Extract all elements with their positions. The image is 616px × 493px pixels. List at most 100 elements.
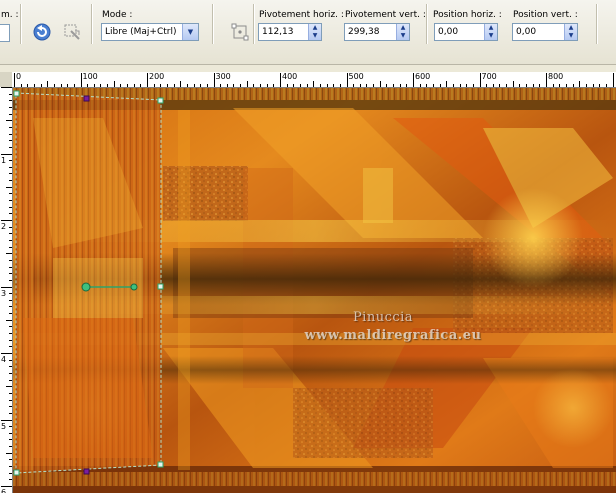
ruler-tick (9, 439, 12, 441)
ruler-tick (9, 193, 12, 195)
vertical-ruler: 1 2 3 4 5 6 (0, 87, 13, 493)
ruler-tick (260, 84, 262, 87)
apply-transform-icon[interactable] (63, 23, 81, 41)
ruler-tick (1, 87, 12, 88)
cut-label: m. : (1, 10, 19, 20)
ruler-tick (1, 286, 12, 288)
ruler-tick (9, 140, 12, 142)
ruler-tick (346, 73, 348, 87)
ruler-tick (592, 84, 594, 87)
ruler-tick (153, 84, 155, 87)
ruler-tick (9, 126, 12, 128)
ruler-tick (339, 84, 341, 87)
ruler-tick (6, 386, 12, 388)
ruler-tick (127, 84, 129, 87)
cut-combo[interactable] (0, 24, 10, 42)
ruler-tick (585, 84, 587, 87)
pivot-v-value: 299,38 (348, 27, 380, 37)
ruler-tick (9, 412, 12, 414)
pos-h-value: 0,00 (438, 27, 459, 37)
ruler-tick (9, 432, 12, 434)
pick-tool-icon[interactable] (231, 23, 249, 41)
ruler-tick (512, 81, 514, 87)
ruler-tick (233, 84, 235, 87)
ruler-tick (266, 84, 268, 87)
ruler-tick (9, 326, 12, 328)
ruler-tick (40, 84, 42, 87)
ruler-tick (80, 73, 82, 87)
watermark-url: www.maldiregrafica.eu (304, 328, 482, 343)
ruler-tick (605, 84, 607, 87)
ruler-tick (9, 306, 12, 308)
ruler-tick (359, 84, 361, 87)
reset-icon[interactable] (33, 23, 51, 41)
ruler-tick (166, 84, 168, 87)
transformed-layer[interactable] (16, 93, 161, 473)
pivot-v-field[interactable]: 299,38 ▲ ▼ (344, 23, 410, 41)
ruler-tick (9, 173, 12, 175)
ruler-tick (226, 84, 228, 87)
ruler-tick (9, 333, 12, 335)
pos-h-field[interactable]: 0,00 ▲ ▼ (434, 23, 498, 41)
spin-arrows-icon[interactable]: ▲ ▼ (484, 24, 497, 40)
ruler-tick (306, 84, 308, 87)
ruler-tick (253, 84, 255, 87)
ruler-tick (113, 81, 115, 87)
toolbar-separator (20, 4, 22, 44)
ruler-tick (479, 73, 481, 87)
ruler-tick (6, 319, 12, 321)
ruler-tick (419, 84, 421, 87)
ruler-tick (1, 220, 12, 221)
toolbar-separator (212, 4, 214, 44)
ruler-tick (9, 339, 12, 341)
ruler-label: 6 (1, 488, 7, 493)
ruler-tick (1, 486, 12, 487)
pos-v-value: 0,00 (516, 27, 537, 37)
spin-arrows-icon[interactable]: ▲ ▼ (308, 24, 321, 40)
ruler-label: 0 (16, 72, 22, 81)
pos-v-field[interactable]: 0,00 ▲ ▼ (512, 23, 578, 41)
pivot-h-value: 112,13 (262, 27, 294, 37)
ruler-tick (353, 84, 355, 87)
ruler-tick (87, 84, 89, 87)
ruler-tick (326, 84, 328, 87)
pivot-h-label: Pivotement horiz. : (259, 10, 344, 20)
ruler-tick (9, 166, 12, 168)
ruler-label: 200 (149, 72, 165, 81)
ruler-tick (220, 84, 222, 87)
tool-options-toolbar: m. : Mode : Libre (Maj+Ctrl) ▼ Pivotemen… (0, 0, 616, 65)
ruler-tick (293, 84, 295, 87)
ruler-tick (9, 399, 12, 401)
watermark-name: Pinuccia (352, 310, 414, 325)
pivot-h-field[interactable]: 112,13 ▲ ▼ (258, 23, 322, 41)
ruler-tick (9, 259, 12, 261)
ruler-tick (559, 84, 561, 87)
ruler-label: 4 (1, 355, 7, 364)
ruler-tick (9, 100, 12, 102)
ruler-tick (506, 84, 508, 87)
ruler-tick (426, 84, 428, 87)
ruler-tick (572, 84, 574, 87)
ruler-tick (413, 73, 414, 87)
ruler-tick (9, 246, 12, 248)
ruler-tick (246, 81, 248, 87)
ruler-tick (539, 84, 541, 87)
toolbar-separator (426, 4, 428, 44)
spin-arrows-icon[interactable]: ▲ ▼ (396, 24, 409, 40)
image-canvas[interactable]: Pinuccia www.maldiregrafica.eu (13, 88, 616, 493)
ruler-tick (27, 84, 29, 87)
toolbar-separator (91, 4, 93, 44)
ruler-tick (60, 84, 62, 87)
ruler-tick (373, 84, 375, 87)
ruler-tick (499, 84, 501, 87)
ruler-tick (9, 160, 12, 162)
ruler-tick (9, 472, 12, 474)
mode-select-value: Libre (Maj+Ctrl) (105, 27, 177, 37)
ruler-tick (6, 452, 12, 454)
ruler-tick (393, 84, 395, 87)
ruler-tick (9, 226, 12, 228)
ruler-tick (6, 120, 12, 122)
mode-select[interactable]: Libre (Maj+Ctrl) ▼ (101, 23, 199, 41)
spin-arrows-icon[interactable]: ▲ ▼ (564, 24, 577, 40)
chevron-down-icon[interactable]: ▼ (182, 24, 198, 40)
